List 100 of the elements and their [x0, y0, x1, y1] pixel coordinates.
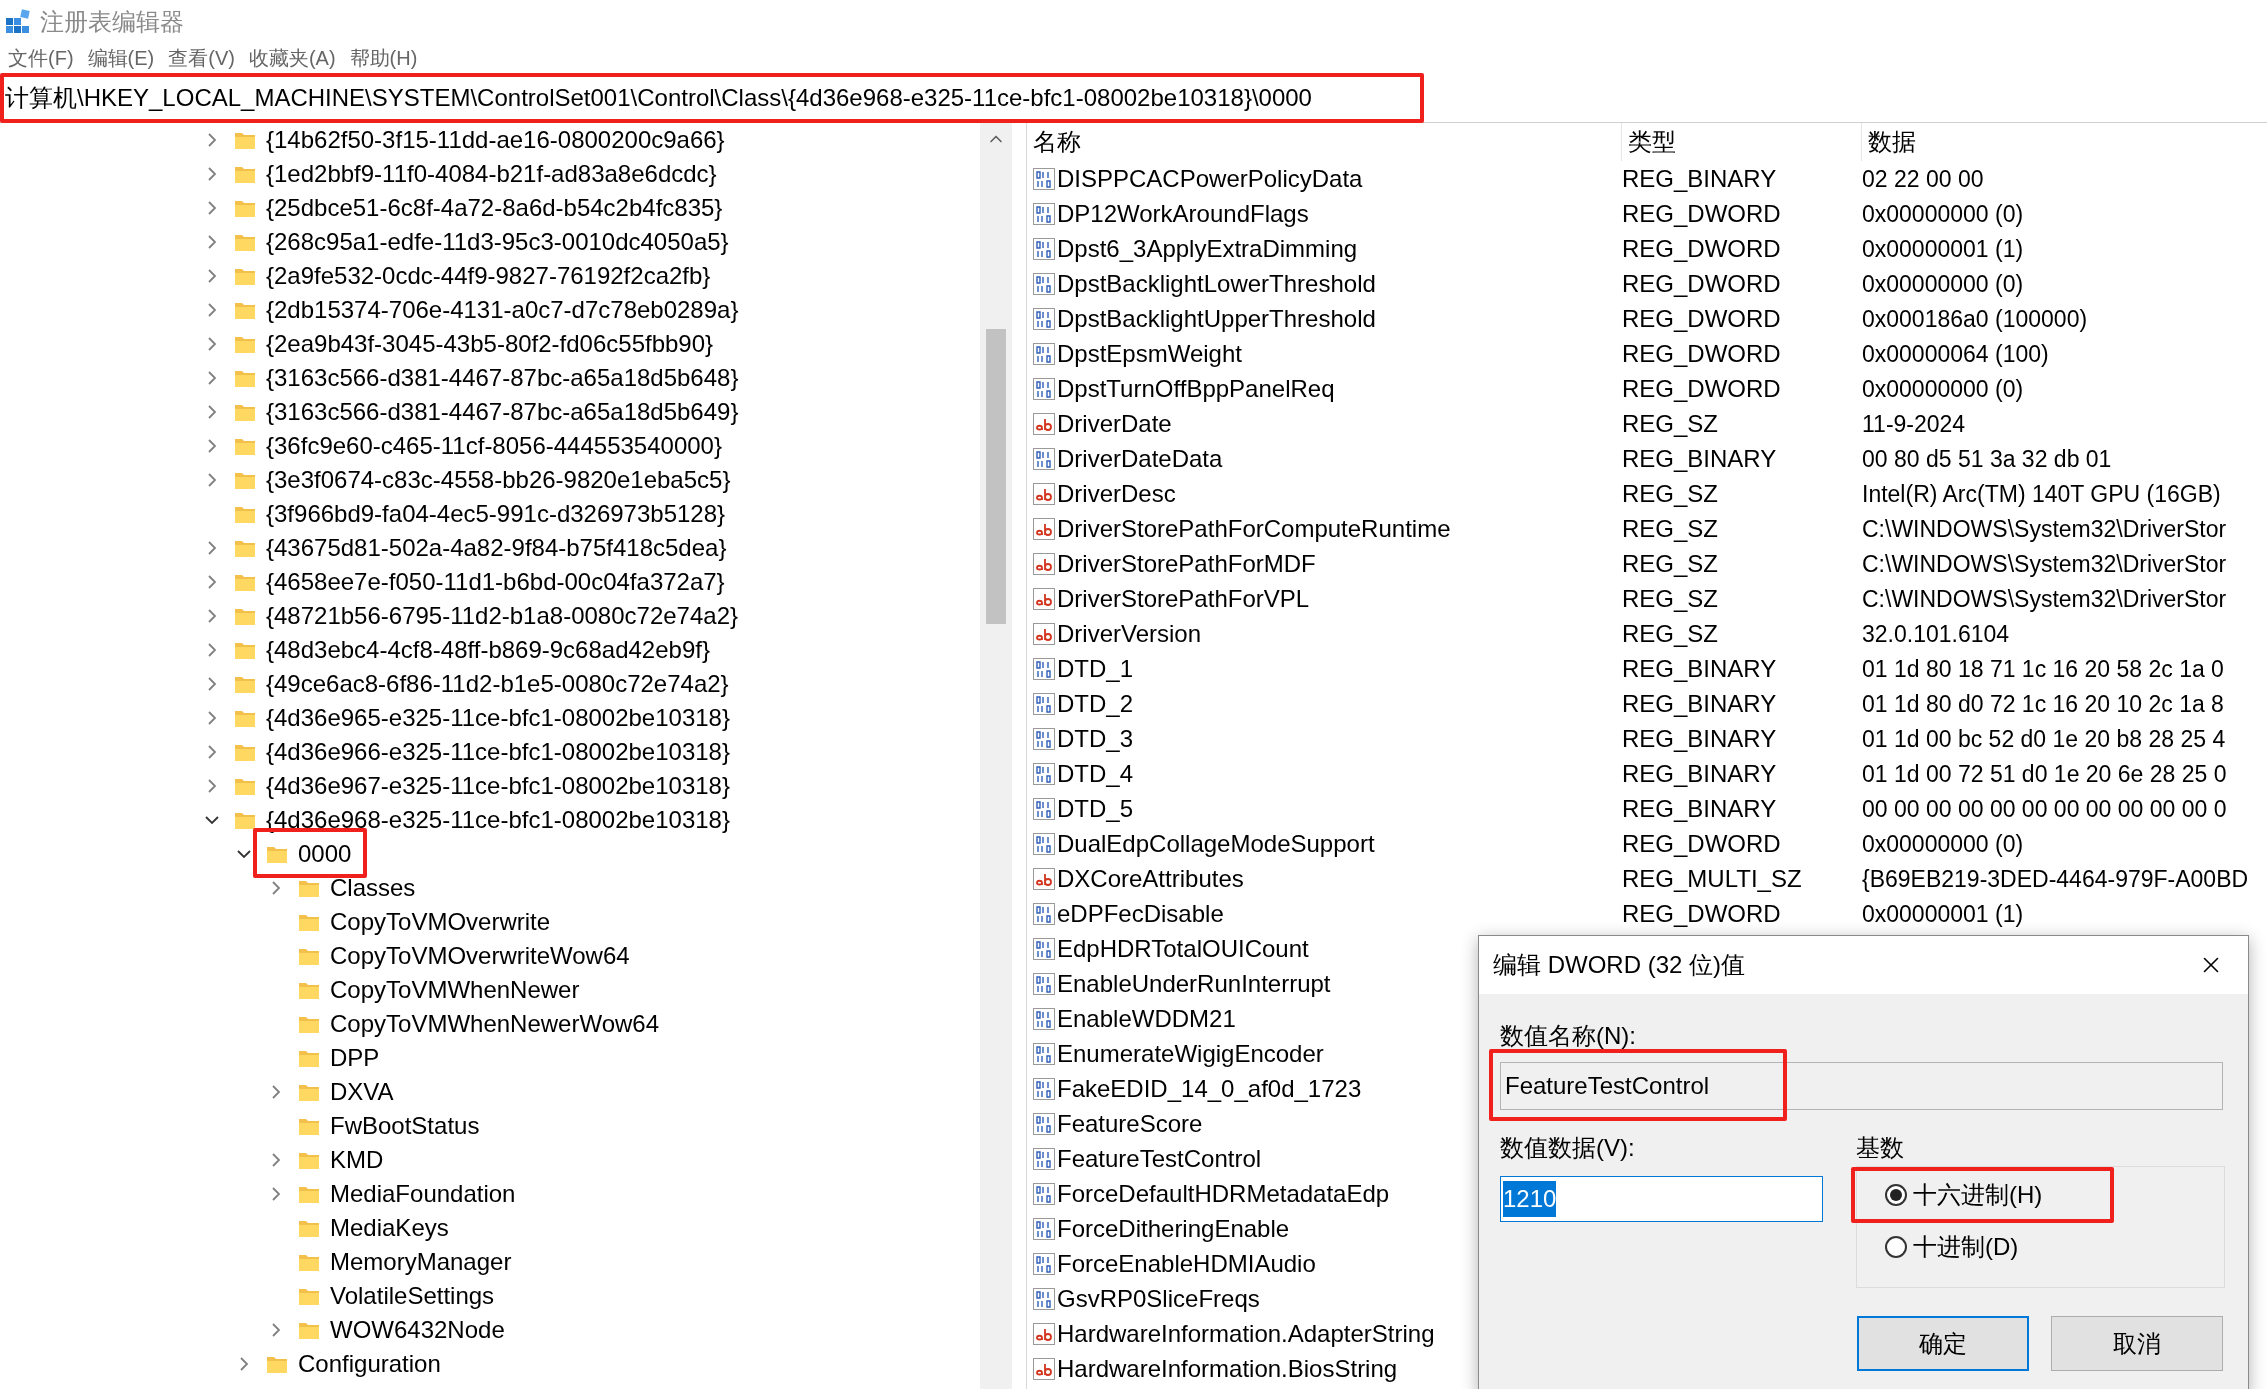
value-name[interactable]: HardwareInformation.AdapterString — [1057, 1315, 1435, 1352]
tree-item[interactable]: {3163c566-d381-4467-87bc-a65a18d5b649} — [266, 400, 739, 424]
tree-item[interactable]: DPP — [330, 1046, 380, 1070]
tree-item[interactable]: {3f966bd9-fa04-4ec5-991c-d326973b5128} — [266, 502, 726, 526]
tree-item[interactable]: {2ea9b43f-3045-43b5-80f2-fd06c55fbb90} — [266, 332, 714, 356]
tree-item[interactable]: {36fc9e60-c465-11cf-8056-444553540000} — [266, 434, 722, 458]
tree-item[interactable]: WOW6432Node — [330, 1318, 505, 1342]
tree-item[interactable]: {14b62f50-3f15-11dd-ae16-0800200c9a66} — [266, 128, 725, 152]
value-type: REG_BINARY — [1622, 654, 1777, 682]
tree-item[interactable]: CopyToVMWhenNewerWow64 — [330, 1012, 659, 1036]
tree-item[interactable]: 0000 — [298, 842, 352, 866]
cancel-button[interactable]: 取消 — [2051, 1316, 2223, 1371]
value-data: C:\WINDOWS\System32\DriverStor — [1862, 515, 2227, 542]
tree-item[interactable]: CopyToVMWhenNewer — [330, 978, 580, 1002]
tree-item[interactable]: {25dbce51-6c8f-4a72-8a6d-b54c2b4fc835} — [266, 196, 723, 220]
value-name-field[interactable]: FeatureTestControl — [1500, 1062, 2223, 1110]
folder-icon — [298, 1116, 320, 1136]
scrollbar-thumb[interactable] — [986, 329, 1006, 624]
tree-item[interactable]: MediaFoundation — [330, 1182, 516, 1206]
value-name[interactable]: DTD_2 — [1057, 685, 1134, 722]
tree-item[interactable]: {268c95a1-edfe-11d3-95c3-0010dc4050a5} — [266, 230, 729, 254]
value-name[interactable]: FakeEDID_14_0_af0d_1723 — [1057, 1070, 1362, 1107]
tree-item[interactable]: {3e3f0674-c83c-4558-bb26-9820e1eba5c5} — [266, 468, 731, 492]
tree-item[interactable]: FwBootStatus — [330, 1114, 480, 1138]
value-name[interactable]: eDPFecDisable — [1057, 895, 1224, 932]
value-name[interactable]: ForceDefaultHDRMetadataEdp — [1057, 1175, 1390, 1212]
tree-item[interactable]: {4d36e965-e325-11ce-bfc1-08002be10318} — [266, 706, 730, 730]
value-name[interactable]: DpstTurnOffBppPanelReq — [1057, 370, 1335, 407]
radio-label[interactable]: 十六进制(H) — [1913, 1177, 2043, 1213]
value-name[interactable]: DTD_1 — [1057, 650, 1134, 687]
tree-item[interactable]: VolatileSettings — [330, 1284, 495, 1308]
value-name[interactable]: EnumerateWigigEncoder — [1057, 1035, 1324, 1072]
folder-icon — [298, 1048, 320, 1068]
value-name[interactable]: DriverDate — [1057, 405, 1172, 442]
value-data: 0x000186a0 (100000) — [1862, 305, 2088, 332]
value-name[interactable]: DpstEpsmWeight — [1057, 335, 1242, 372]
tree-item[interactable]: {4658ee7e-f050-11d1-b6bd-00c04fa372a7} — [266, 570, 725, 594]
tree-item[interactable]: MemoryManager — [330, 1250, 512, 1274]
ok-button[interactable]: 确定 — [1857, 1316, 2029, 1371]
menu-item[interactable]: 收藏夹(A) — [248, 48, 336, 68]
value-name[interactable]: HardwareInformation.BiosString — [1057, 1350, 1398, 1387]
value-name[interactable]: DriverDesc — [1057, 475, 1176, 512]
radio-label[interactable]: 十进制(D) — [1913, 1229, 2019, 1265]
value-name[interactable]: DTD_5 — [1057, 790, 1134, 827]
tree-item[interactable]: {2db15374-706e-4131-a0c7-d7c78eb0289a} — [266, 298, 739, 322]
value-name[interactable]: DriverStorePathForMDF — [1057, 545, 1316, 582]
value-data-field[interactable]: 1210 — [1500, 1176, 1823, 1222]
tree-item[interactable]: {4d36e968-e325-11ce-bfc1-08002be10318} — [266, 808, 730, 832]
tree-item[interactable]: CopyToVMOverwriteWow64 — [330, 944, 630, 968]
value-name[interactable]: EnableWDDM21 — [1057, 1000, 1236, 1037]
tree-item[interactable]: {49ce6ac8-6f86-11d2-b1e5-0080c72e74a2} — [266, 672, 729, 696]
column-header[interactable]: 类型 — [1622, 123, 1862, 161]
value-name[interactable]: DTD_4 — [1057, 755, 1134, 792]
tree-item[interactable]: KMD — [330, 1148, 384, 1172]
tree-item[interactable]: CopyToVMOverwrite — [330, 910, 551, 934]
value-name[interactable]: DriverDateData — [1057, 440, 1223, 477]
tree-item[interactable]: Classes — [330, 876, 416, 900]
menu-item[interactable]: 文件(F) — [8, 48, 74, 68]
value-name[interactable]: DriverStorePathForComputeRuntime — [1057, 510, 1451, 547]
value-data: 01 1d 00 72 51 d0 1e 20 6e 28 25 0 — [1862, 760, 2227, 787]
value-name[interactable]: ForceEnableHDMIAudio — [1057, 1245, 1316, 1282]
menu-item[interactable]: 帮助(H) — [349, 48, 418, 68]
value-name[interactable]: EnableUnderRunInterrupt — [1057, 965, 1331, 1002]
tree-item[interactable]: {3163c566-d381-4467-87bc-a65a18d5b648} — [266, 366, 739, 390]
tree-item[interactable]: {1ed2bbf9-11f0-4084-b21f-ad83a8e6dcdc} — [266, 162, 717, 186]
value-name[interactable]: FeatureScore — [1057, 1105, 1203, 1142]
column-header[interactable]: 数据 — [1862, 123, 2267, 161]
tree-item[interactable]: {48d3ebc4-4cf8-48ff-b869-9c68ad42eb9f} — [266, 638, 710, 662]
value-name[interactable]: DriverVersion — [1057, 615, 1202, 652]
value-name[interactable]: DISPPCACPowerPolicyData — [1057, 160, 1363, 197]
folder-icon — [234, 810, 256, 830]
address-bar[interactable]: 计算机\HKEY_LOCAL_MACHINE\SYSTEM\ControlSet001\Control\Class\{4d36e968-e325-11ce-bfc1-08002be10318}\0000 — [5, 79, 1312, 116]
scrollbar[interactable] — [980, 123, 1012, 1389]
menu-item[interactable]: 编辑(E) — [87, 48, 155, 68]
value-name[interactable]: GsvRP0SliceFreqs — [1057, 1280, 1260, 1317]
tree-item[interactable]: MediaKeys — [330, 1216, 449, 1240]
tree-item[interactable]: Configuration — [298, 1352, 441, 1376]
tree-item[interactable]: {48721b56-6795-11d2-b1a8-0080c72e74a2} — [266, 604, 738, 628]
tree-item[interactable]: {4d36e966-e325-11ce-bfc1-08002be10318} — [266, 740, 730, 764]
value-name[interactable]: ForceDitheringEnable — [1057, 1210, 1290, 1247]
tree-item[interactable]: {43675d81-502a-4a82-9f84-b75f418c5dea} — [266, 536, 727, 560]
value-type: REG_SZ — [1622, 479, 1719, 507]
radio-button[interactable] — [1885, 1184, 1907, 1206]
column-header[interactable]: 名称 — [1027, 123, 1622, 161]
value-name[interactable]: DriverStorePathForVPL — [1057, 580, 1310, 617]
value-name[interactable]: DTD_3 — [1057, 720, 1134, 757]
folder-icon — [298, 878, 320, 898]
value-name[interactable]: DXCoreAttributes — [1057, 860, 1244, 897]
menu-item[interactable]: 查看(V) — [168, 48, 235, 68]
value-name[interactable]: DualEdpCollageModeSupport — [1057, 825, 1375, 862]
value-name[interactable]: EdpHDRTotalOUICount — [1057, 930, 1309, 967]
value-name[interactable]: DpstBacklightLowerThreshold — [1057, 265, 1376, 302]
tree-item[interactable]: {4d36e967-e325-11ce-bfc1-08002be10318} — [266, 774, 730, 798]
value-name[interactable]: DP12WorkAroundFlags — [1057, 195, 1309, 232]
value-name[interactable]: Dpst6_3ApplyExtraDimming — [1057, 230, 1358, 267]
value-name[interactable]: FeatureTestControl — [1057, 1140, 1262, 1177]
radio-button[interactable] — [1885, 1236, 1907, 1258]
tree-item[interactable]: DXVA — [330, 1080, 394, 1104]
value-name[interactable]: DpstBacklightUpperThreshold — [1057, 300, 1376, 337]
tree-item[interactable]: {2a9fe532-0cdc-44f9-9827-76192f2ca2fb} — [266, 264, 711, 288]
